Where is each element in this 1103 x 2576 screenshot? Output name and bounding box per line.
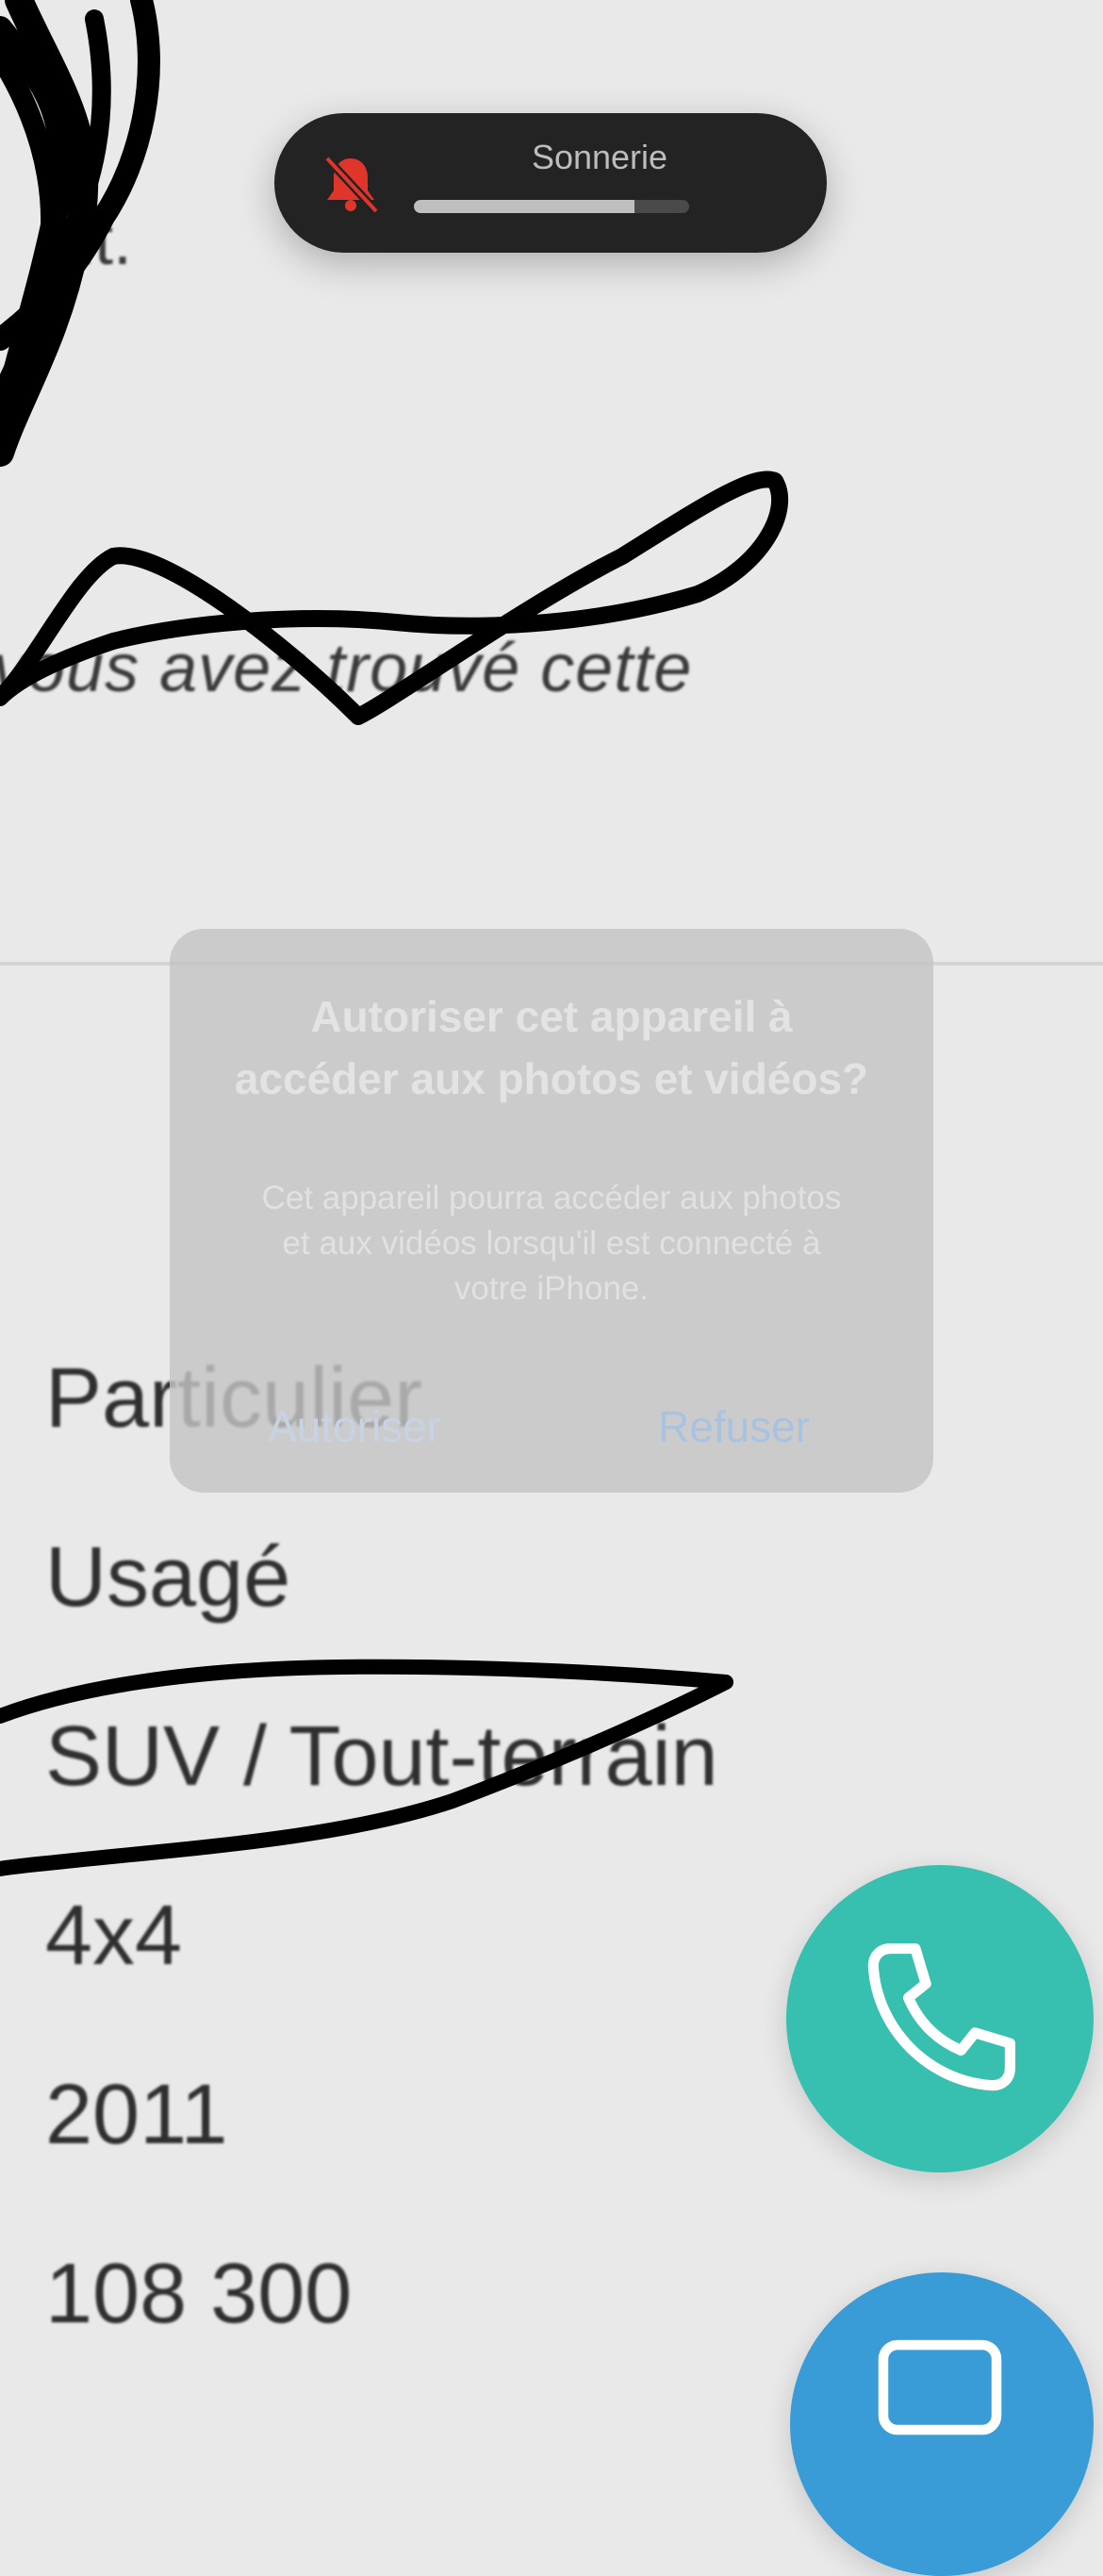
alert-title: Autoriser cet appareil à accéder aux pho… — [234, 992, 869, 1103]
ringer-label: Sonnerie — [531, 138, 668, 176]
ringer-indicator: Sonnerie — [274, 113, 827, 253]
message-button[interactable] — [790, 2272, 1094, 2576]
spec-drivetrain: 4x4 — [45, 1889, 183, 1983]
alert-message: Cet appareil pourra accéder aux photos e… — [261, 1180, 842, 1307]
bell-slash-icon — [323, 155, 380, 215]
spec-year: 2011 — [45, 2068, 228, 2162]
deny-button[interactable]: Refuser — [652, 1400, 815, 1453]
text-fragment-middle: vous avez trouvé cette — [0, 631, 693, 706]
allow-button[interactable]: Autoriser — [262, 1400, 447, 1453]
spec-body-type: SUV / Tout-terrain — [45, 1709, 718, 1804]
message-icon — [878, 2339, 1002, 2436]
ringer-volume-track — [414, 200, 689, 213]
call-button[interactable] — [786, 1865, 1094, 2172]
spec-condition: Usagé — [45, 1530, 291, 1625]
ringer-volume-fill — [414, 200, 634, 213]
phone-icon — [867, 1943, 1015, 2091]
photo-access-alert: Autoriser cet appareil à accéder aux pho… — [170, 929, 933, 1493]
text-fragment-top: nt. — [57, 204, 133, 279]
spec-mileage: 108 300 — [45, 2247, 353, 2341]
